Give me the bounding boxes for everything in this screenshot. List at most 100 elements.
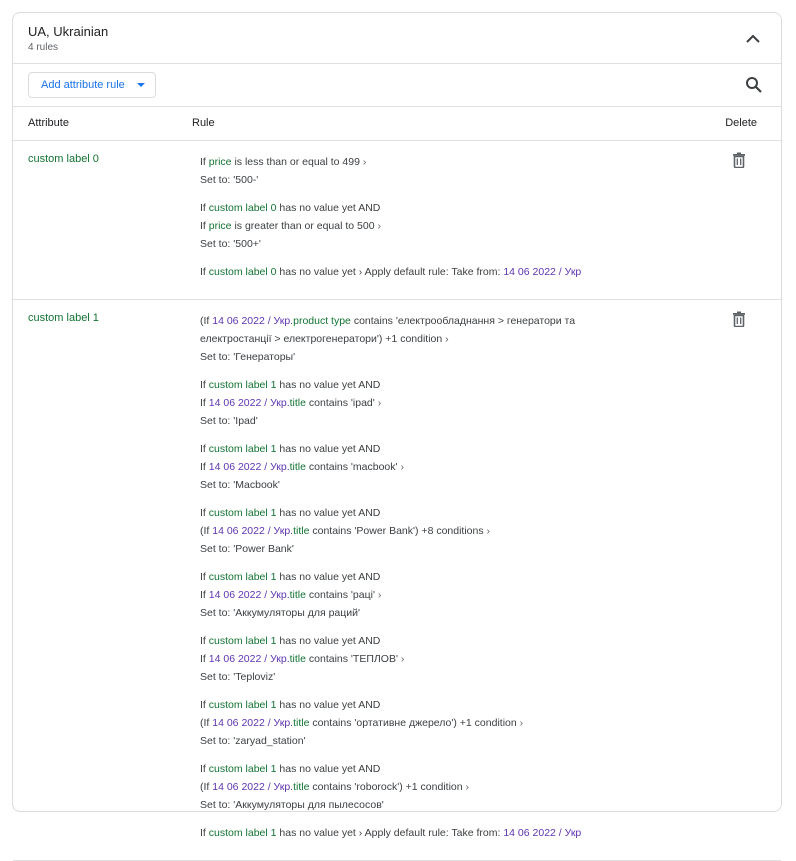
rule-text: contains 'ТЕПЛОВ'	[305, 653, 401, 665]
toolbar: Add attribute rule	[13, 64, 781, 107]
add-attribute-rule-button[interactable]: Add attribute rule	[28, 72, 156, 98]
field-name: title	[289, 397, 306, 409]
rule-block[interactable]: If custom label 1 has no value yet AND If…	[200, 376, 620, 430]
rule-block[interactable]: If custom label 1 has no value yet AND (I…	[200, 696, 620, 750]
search-icon[interactable]	[745, 76, 763, 94]
chevron-up-icon[interactable]	[743, 28, 763, 48]
rule-text: contains 'Power Bank') +8 conditions	[309, 525, 487, 537]
rule-line: If 14 06 2022 / Укр.title contains 'ТЕПЛ…	[200, 650, 620, 668]
rule-line: If 14 06 2022 / Укр.title contains 'раці…	[200, 586, 620, 604]
rule-line: Set to: 'Macbook'	[200, 476, 620, 494]
rule-line: If custom label 1 has no value yet AND	[200, 504, 620, 522]
rule-text: If	[200, 220, 209, 232]
rule-text: If	[200, 571, 209, 583]
rule-text: contains 'ipad'	[305, 397, 378, 409]
rule-text: has no value yet AND	[276, 507, 381, 519]
rule-text: Set to: '500+'	[200, 238, 261, 250]
rule-line: If custom label 0 has no value yet AND	[200, 199, 620, 217]
rule-text: If	[200, 653, 209, 665]
chevron-right-icon: ›	[486, 525, 491, 537]
field-name: product type	[293, 315, 351, 327]
rule-block[interactable]: If custom label 1 has no value yet AND If…	[200, 632, 620, 686]
source-reference: 14 06 2022 / Укр.	[208, 589, 290, 601]
field-name: custom label 1	[208, 699, 277, 711]
field-name: custom label 1	[208, 443, 277, 455]
chevron-right-icon: ›	[445, 333, 449, 345]
add-attribute-rule-label: Add attribute rule	[41, 79, 125, 91]
field-name: custom label 1	[208, 763, 277, 775]
field-name: title	[289, 589, 306, 601]
field-name: title	[293, 781, 310, 793]
field-name: price	[208, 156, 232, 168]
rule-text: Set to: 'Ipad'	[200, 415, 258, 427]
rule-text: has no value yet AND	[276, 443, 381, 455]
rule-line: If price is greater than or equal to 500…	[200, 217, 620, 235]
source-reference: 14 06 2022 / Укр.	[212, 525, 294, 537]
rule-text: If	[200, 699, 209, 711]
source-reference: 14 06 2022 / Укр.	[212, 781, 294, 793]
rule-text: If	[200, 397, 209, 409]
rule-block[interactable]: If custom label 0 has no value yet › App…	[200, 263, 620, 281]
panel-header[interactable]: UA, Ukrainian 4 rules	[13, 13, 781, 64]
rule-text: If	[200, 589, 209, 601]
table-row: custom label 1 (If 14 06 2022 / Укр.produ…	[13, 300, 781, 861]
rule-line: If custom label 1 has no value yet › App…	[200, 824, 620, 842]
rule-text: Set to: 'Генераторы'	[200, 351, 296, 363]
rule-line: Set to: 'Ipad'	[200, 412, 620, 430]
attribute-name: custom label 0	[28, 153, 99, 165]
rule-line: If custom label 1 has no value yet AND	[200, 568, 620, 586]
rule-text: Set to: 'Macbook'	[200, 479, 280, 491]
rule-block[interactable]: If custom label 1 has no value yet AND (I…	[200, 760, 620, 814]
rule-text: If	[200, 635, 209, 647]
rule-line: Set to: 'zaryad_station'	[200, 732, 620, 750]
table-row: custom label 0 If price is less than or e…	[13, 141, 781, 300]
rule-line: Set to: '500+'	[200, 235, 620, 253]
source-reference: 14 06 2022 / Укр.	[212, 315, 294, 327]
rule-text: Set to: 'Power Bank'	[200, 543, 294, 555]
chevron-right-icon: ›	[362, 156, 367, 168]
rules-panel: UA, Ukrainian 4 rules Add attribute rule…	[12, 12, 782, 861]
rule-block[interactable]: If custom label 1 has no value yet AND (I…	[200, 504, 620, 558]
rule-text: has no value yet AND	[276, 635, 381, 647]
field-name: custom label 1	[208, 507, 277, 519]
rule-line: If custom label 1 has no value yet AND	[200, 696, 620, 714]
rule-line: If custom label 1 has no value yet AND	[200, 760, 620, 778]
rule-block[interactable]: (If 14 06 2022 / Укр.product type contai…	[200, 312, 620, 366]
rule-block[interactable]: If custom label 0 has no value yet AND If…	[200, 199, 620, 253]
column-header-attribute: Attribute	[28, 117, 69, 129]
trash-icon[interactable]	[732, 311, 748, 329]
rule-count: 4 rules	[28, 42, 59, 53]
rule-line: (If 14 06 2022 / Укр.title contains 'Pow…	[200, 522, 620, 540]
source-reference: 14 06 2022 / Укр.	[212, 717, 294, 729]
chevron-right-icon: ›	[377, 220, 381, 232]
field-name: custom label 0	[208, 202, 277, 214]
rule-block[interactable]: If custom label 1 has no value yet › App…	[200, 824, 620, 842]
source-reference: 14 06 2022 / Укр.	[208, 461, 290, 473]
source-reference: 14 06 2022 / Укр	[503, 266, 582, 278]
rule-text: is less than or equal to 499	[231, 156, 363, 168]
rule-text: Set to: 'Teploviz'	[200, 671, 276, 683]
rule-text: Set to: '500-'	[200, 174, 259, 186]
column-header-rule: Rule	[192, 117, 215, 129]
rule-line: If custom label 1 has no value yet AND	[200, 376, 620, 394]
rule-line: (If 14 06 2022 / Укр.title contains 'rob…	[200, 778, 620, 796]
trash-icon[interactable]	[732, 152, 748, 170]
chevron-right-icon: ›	[465, 781, 470, 793]
rule-text: Set to: 'Аккумуляторы для раций'	[200, 607, 361, 619]
field-name: title	[293, 525, 310, 537]
rule-text: has no value yet AND	[276, 699, 381, 711]
chevron-right-icon: ›	[400, 461, 404, 473]
rule-text: has no value yet › Apply default rule: T…	[276, 827, 504, 839]
rule-text: If	[200, 443, 209, 455]
rule-block[interactable]: If custom label 1 has no value yet AND If…	[200, 440, 620, 494]
rule-text: If	[200, 827, 209, 839]
caret-down-icon	[136, 83, 145, 87]
rule-text: contains 'раці'	[305, 589, 378, 601]
chevron-right-icon: ›	[377, 589, 382, 601]
field-name: custom label 1	[208, 379, 277, 391]
rule-line: If custom label 1 has no value yet AND	[200, 632, 620, 650]
rule-text: If	[200, 379, 209, 391]
rule-block[interactable]: If price is less than or equal to 499 › S…	[200, 153, 620, 189]
rule-block[interactable]: If custom label 1 has no value yet AND If…	[200, 568, 620, 622]
rule-line: Set to: 'Аккумуляторы для пылесосов'	[200, 796, 620, 814]
